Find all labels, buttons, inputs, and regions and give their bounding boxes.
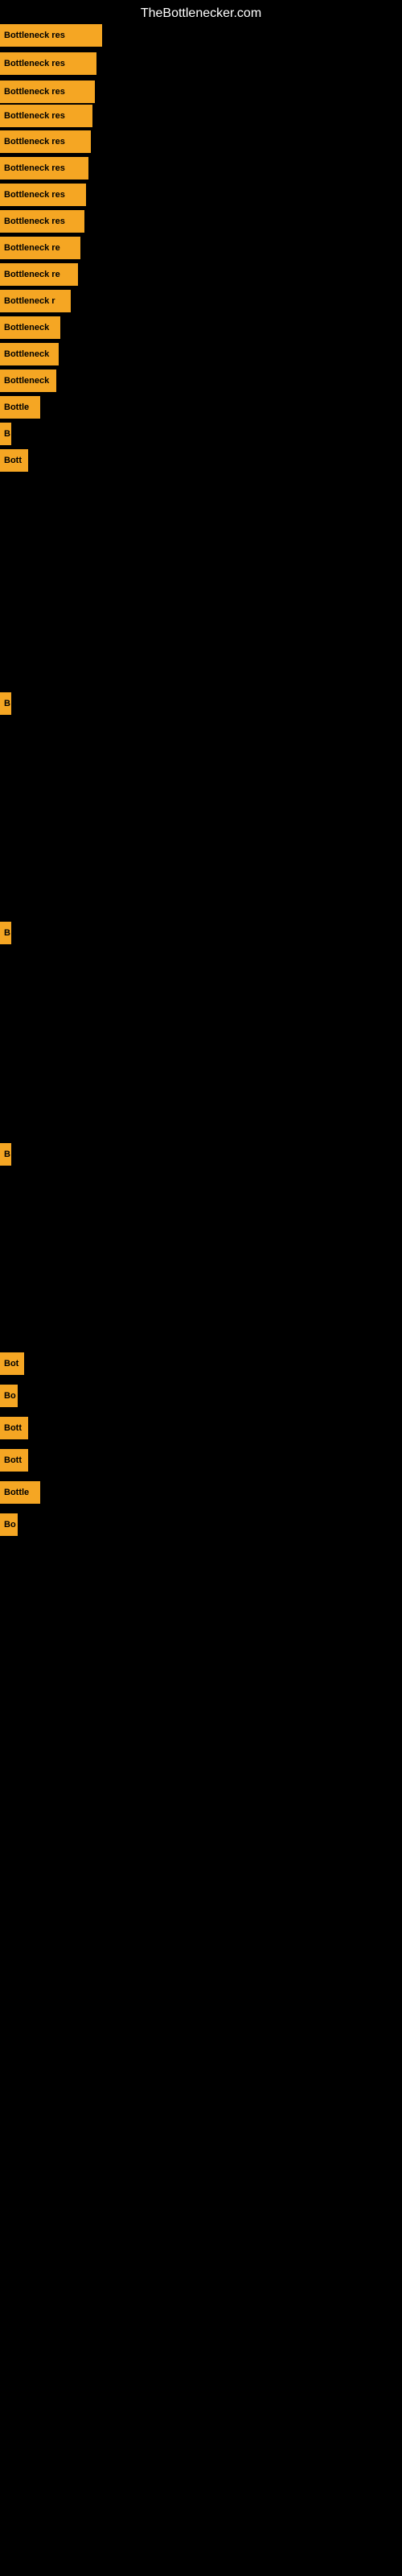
bottleneck-item-1: Bottleneck res bbox=[0, 24, 102, 47]
bottleneck-item-21: Bot bbox=[0, 1352, 24, 1375]
bottleneck-item-26: Bo bbox=[0, 1513, 18, 1536]
bottleneck-item-4: Bottleneck res bbox=[0, 105, 92, 127]
bottleneck-item-2: Bottleneck res bbox=[0, 52, 96, 75]
bottleneck-item-16: B bbox=[0, 423, 11, 445]
bottleneck-item-13: Bottleneck bbox=[0, 343, 59, 365]
bottleneck-item-20: B bbox=[0, 1143, 11, 1166]
bottleneck-item-3: Bottleneck res bbox=[0, 80, 95, 103]
bottleneck-item-14: Bottleneck bbox=[0, 369, 56, 392]
bottleneck-item-7: Bottleneck res bbox=[0, 184, 86, 206]
bottleneck-item-10: Bottleneck re bbox=[0, 263, 78, 286]
bottleneck-item-9: Bottleneck re bbox=[0, 237, 80, 259]
bottleneck-item-24: Bott bbox=[0, 1449, 28, 1472]
bottleneck-item-12: Bottleneck bbox=[0, 316, 60, 339]
bottleneck-item-23: Bott bbox=[0, 1417, 28, 1439]
site-title: TheBottlenecker.com bbox=[0, 0, 402, 27]
bottleneck-item-11: Bottleneck r bbox=[0, 290, 71, 312]
bottleneck-item-8: Bottleneck res bbox=[0, 210, 84, 233]
bottleneck-item-22: Bo bbox=[0, 1385, 18, 1407]
bottleneck-item-18: B bbox=[0, 692, 11, 715]
bottleneck-item-6: Bottleneck res bbox=[0, 157, 88, 180]
bottleneck-item-5: Bottleneck res bbox=[0, 130, 91, 153]
bottleneck-item-17: Bott bbox=[0, 449, 28, 472]
bottleneck-item-15: Bottle bbox=[0, 396, 40, 419]
bottleneck-item-19: B bbox=[0, 922, 11, 944]
bottleneck-item-25: Bottle bbox=[0, 1481, 40, 1504]
